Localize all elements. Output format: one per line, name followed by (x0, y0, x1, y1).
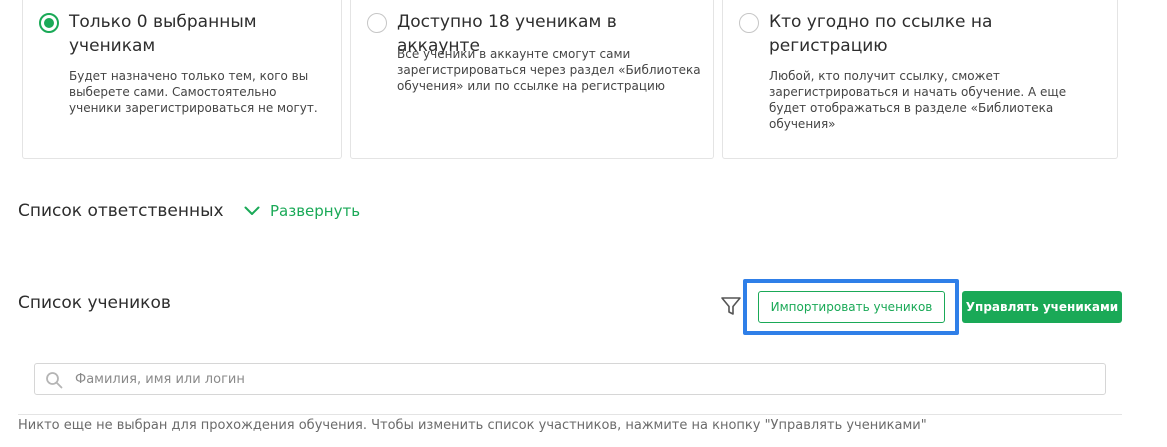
option-title: Только 0 выбранным ученикам (69, 12, 257, 56)
radio-account-students[interactable] (367, 13, 387, 33)
search-input[interactable] (75, 364, 1095, 394)
option-description: Все ученики в аккаунте смогут сами зарег… (397, 47, 701, 93)
responsibles-section-title: Список ответственных (18, 201, 224, 221)
search-icon (46, 372, 63, 389)
expand-label: Развернуть (270, 202, 361, 220)
empty-list-note: Никто еще не выбран для прохождения обуч… (18, 418, 927, 433)
divider (18, 414, 1122, 415)
filter-icon[interactable] (720, 295, 742, 317)
access-option-selected-students[interactable]: Только 0 выбранным ученикам Будет назнач… (22, 0, 342, 159)
option-description: Любой, кто получит ссылку, сможет зареги… (769, 69, 1067, 131)
chevron-down-icon (244, 206, 260, 215)
access-option-account-students[interactable]: Доступно 18 ученикам в аккаунте Все учен… (350, 0, 714, 159)
import-students-button[interactable]: Импортировать учеников (758, 291, 945, 323)
expand-responsibles-toggle[interactable]: Развернуть (244, 202, 360, 220)
radio-anyone-by-link[interactable] (739, 13, 759, 33)
manage-students-button[interactable]: Управлять учениками (962, 291, 1122, 323)
access-option-anyone-by-link[interactable]: Кто угодно по ссылке на регистрацию Любо… (722, 0, 1118, 159)
option-description: Будет назначено только тем, кого вы выбе… (69, 69, 318, 115)
student-search-box (34, 363, 1106, 395)
option-title: Кто угодно по ссылке на регистрацию (769, 12, 993, 56)
students-section-title: Список учеников (18, 293, 171, 313)
radio-selected-students[interactable] (39, 13, 59, 33)
